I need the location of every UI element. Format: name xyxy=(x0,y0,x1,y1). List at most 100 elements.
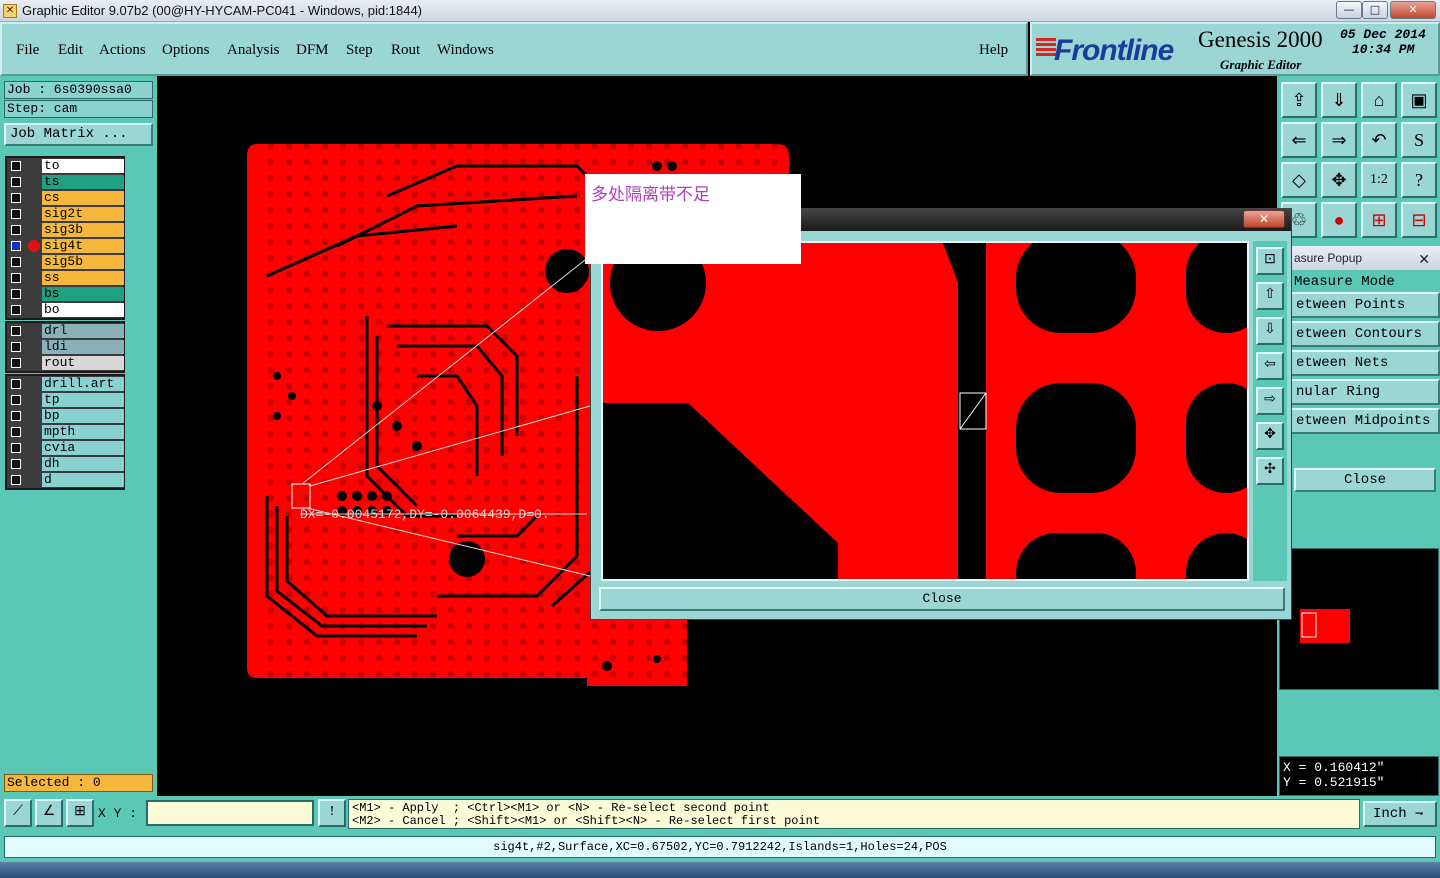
layer-row-cvia[interactable]: cvia xyxy=(7,440,124,456)
layer-label: rout xyxy=(42,356,124,370)
layer-checkbox[interactable] xyxy=(11,411,21,421)
menu-rout[interactable]: Rout xyxy=(391,42,420,59)
layer-row-to[interactable]: to xyxy=(7,158,124,174)
layer-row-ldi[interactable]: ldi xyxy=(7,339,124,355)
menu-analysis[interactable]: Analysis xyxy=(227,42,280,59)
layer-checkbox[interactable] xyxy=(11,358,21,368)
layer-checkbox[interactable] xyxy=(11,395,21,405)
layer-row-bo[interactable]: bo xyxy=(7,302,124,318)
angle-tool-icon[interactable]: ∠ xyxy=(35,799,63,827)
redo-icon[interactable]: S xyxy=(1401,122,1437,158)
measure-close-button[interactable]: Close xyxy=(1294,468,1436,492)
zoom-view[interactable] xyxy=(601,233,1266,613)
layer-checkbox[interactable] xyxy=(11,241,21,251)
zoom-home-icon[interactable]: ⇪ xyxy=(1281,82,1317,118)
zoom-all-icon[interactable]: ✥ xyxy=(1321,162,1357,198)
layer-row-sig5b[interactable]: sig5b xyxy=(7,254,124,270)
layer-row-ss[interactable]: ss xyxy=(7,270,124,286)
layer-checkbox[interactable] xyxy=(11,257,21,267)
layer-row-d[interactable]: d xyxy=(7,472,124,488)
maximize-button[interactable]: □ xyxy=(1362,1,1388,19)
layer-row-sig2t[interactable]: sig2t xyxy=(7,206,124,222)
layer-row-bp[interactable]: bp xyxy=(7,408,124,424)
layer-checkbox[interactable] xyxy=(11,177,21,187)
layer-checkbox[interactable] xyxy=(11,305,21,315)
layer-row-ts[interactable]: ts xyxy=(7,174,124,190)
layer-label: ldi xyxy=(42,340,124,354)
menu-file[interactable]: File xyxy=(16,42,39,59)
menu-step[interactable]: Step xyxy=(346,42,373,59)
undo-icon[interactable]: ↶ xyxy=(1361,122,1397,158)
zoom-pan-up-icon[interactable]: ⇧ xyxy=(1256,282,1284,310)
pan-right-icon[interactable]: ⇒ xyxy=(1321,122,1357,158)
layer-checkbox[interactable] xyxy=(11,273,21,283)
pan-left-icon[interactable]: ⇐ xyxy=(1281,122,1317,158)
layer-checkbox[interactable] xyxy=(11,326,21,336)
layer-checkbox[interactable] xyxy=(11,161,21,171)
measure-annular-ring[interactable]: nular Ring xyxy=(1290,379,1440,405)
layer-checkbox[interactable] xyxy=(11,193,21,203)
menu-help[interactable]: Help xyxy=(979,42,1008,59)
line-tool-icon[interactable]: ⟋ xyxy=(4,799,32,827)
frontline-logo-mark xyxy=(1036,38,1056,60)
layer-checkbox[interactable] xyxy=(11,475,21,485)
zoom-down-icon[interactable]: ⇓ xyxy=(1321,82,1357,118)
layer-checkbox[interactable] xyxy=(11,342,21,352)
layer-checkbox[interactable] xyxy=(11,225,21,235)
zoom-home2-icon[interactable]: ⌂ xyxy=(1361,82,1397,118)
layer-row-cs[interactable]: cs xyxy=(7,190,124,206)
grid-tool-icon[interactable]: ⊞ xyxy=(66,799,94,827)
measure-icon[interactable]: ● xyxy=(1321,202,1357,238)
one-to-one-icon[interactable]: 1:2 xyxy=(1361,162,1397,198)
layer-row-rout[interactable]: rout xyxy=(7,355,124,371)
layer-checkbox[interactable] xyxy=(11,443,21,453)
menu-actions[interactable]: Actions xyxy=(99,42,146,59)
layer-checkbox[interactable] xyxy=(11,459,21,469)
layer-checkbox[interactable] xyxy=(11,379,21,389)
measure-between-midpoints[interactable]: etween Midpoints xyxy=(1290,408,1440,434)
layer-toggle2-icon[interactable]: ⊟ xyxy=(1401,202,1437,238)
zoom-close-button[interactable]: Close xyxy=(599,587,1285,611)
product-subtitle: Graphic Editor xyxy=(1220,57,1302,72)
measure-popup-close-icon[interactable]: ✕ xyxy=(1418,247,1430,271)
menu-dfm[interactable]: DFM xyxy=(296,42,329,59)
xy-input[interactable] xyxy=(146,800,314,826)
step-field: Step: cam xyxy=(4,100,153,118)
job-matrix-button[interactable]: Job Matrix ... xyxy=(4,123,153,146)
help-icon[interactable]: ? xyxy=(1401,162,1437,198)
zoom-pan-right-icon[interactable]: ⇨ xyxy=(1256,387,1284,415)
close-button[interactable]: ✕ xyxy=(1390,1,1436,19)
zoom-popup-close-icon[interactable]: ✕ xyxy=(1243,210,1285,228)
measure-between-nets[interactable]: etween Nets xyxy=(1290,350,1440,376)
menu-windows[interactable]: Windows xyxy=(437,42,494,59)
layer-row-sig4t[interactable]: sig4t xyxy=(7,238,124,254)
window-split-icon[interactable]: ▣ xyxy=(1401,82,1437,118)
units-selector[interactable]: Inch ⇁ xyxy=(1363,801,1437,827)
menu-options[interactable]: Options xyxy=(162,42,210,59)
layer-row-drl[interactable]: drl xyxy=(7,323,124,339)
layer-checkbox[interactable] xyxy=(11,427,21,437)
measure-between-contours[interactable]: etween Contours xyxy=(1290,321,1440,347)
layer-row-drill-art[interactable]: drill.art xyxy=(7,376,124,392)
minimize-button[interactable]: — xyxy=(1336,1,1362,19)
layer-row-mpth[interactable]: mpth xyxy=(7,424,124,440)
overview-map[interactable] xyxy=(1279,548,1439,690)
windows-taskbar xyxy=(0,862,1440,878)
zoom-fit-icon[interactable]: ⊡ xyxy=(1256,247,1284,275)
layer-row-tp[interactable]: tp xyxy=(7,392,124,408)
menu-edit[interactable]: Edit xyxy=(58,42,83,59)
layer-checkbox[interactable] xyxy=(11,209,21,219)
zoom-pan-down-icon[interactable]: ⇩ xyxy=(1256,317,1284,345)
zoom-in-icon[interactable]: ✥ xyxy=(1256,422,1284,450)
layer-label: sig2t xyxy=(42,207,124,221)
zoom-out-icon[interactable]: ✣ xyxy=(1256,457,1284,485)
layer-checkbox[interactable] xyxy=(11,289,21,299)
layer-toggle-icon[interactable]: ⊞ xyxy=(1361,202,1397,238)
layer-row-dh[interactable]: dh xyxy=(7,456,124,472)
fit-icon[interactable]: ◇ xyxy=(1281,162,1317,198)
exclaim-icon[interactable]: ! xyxy=(318,799,346,827)
layer-row-sig3b[interactable]: sig3b xyxy=(7,222,124,238)
measure-between-points[interactable]: etween Points xyxy=(1290,292,1440,318)
layer-row-bs[interactable]: bs xyxy=(7,286,124,302)
zoom-pan-left-icon[interactable]: ⇦ xyxy=(1256,352,1284,380)
